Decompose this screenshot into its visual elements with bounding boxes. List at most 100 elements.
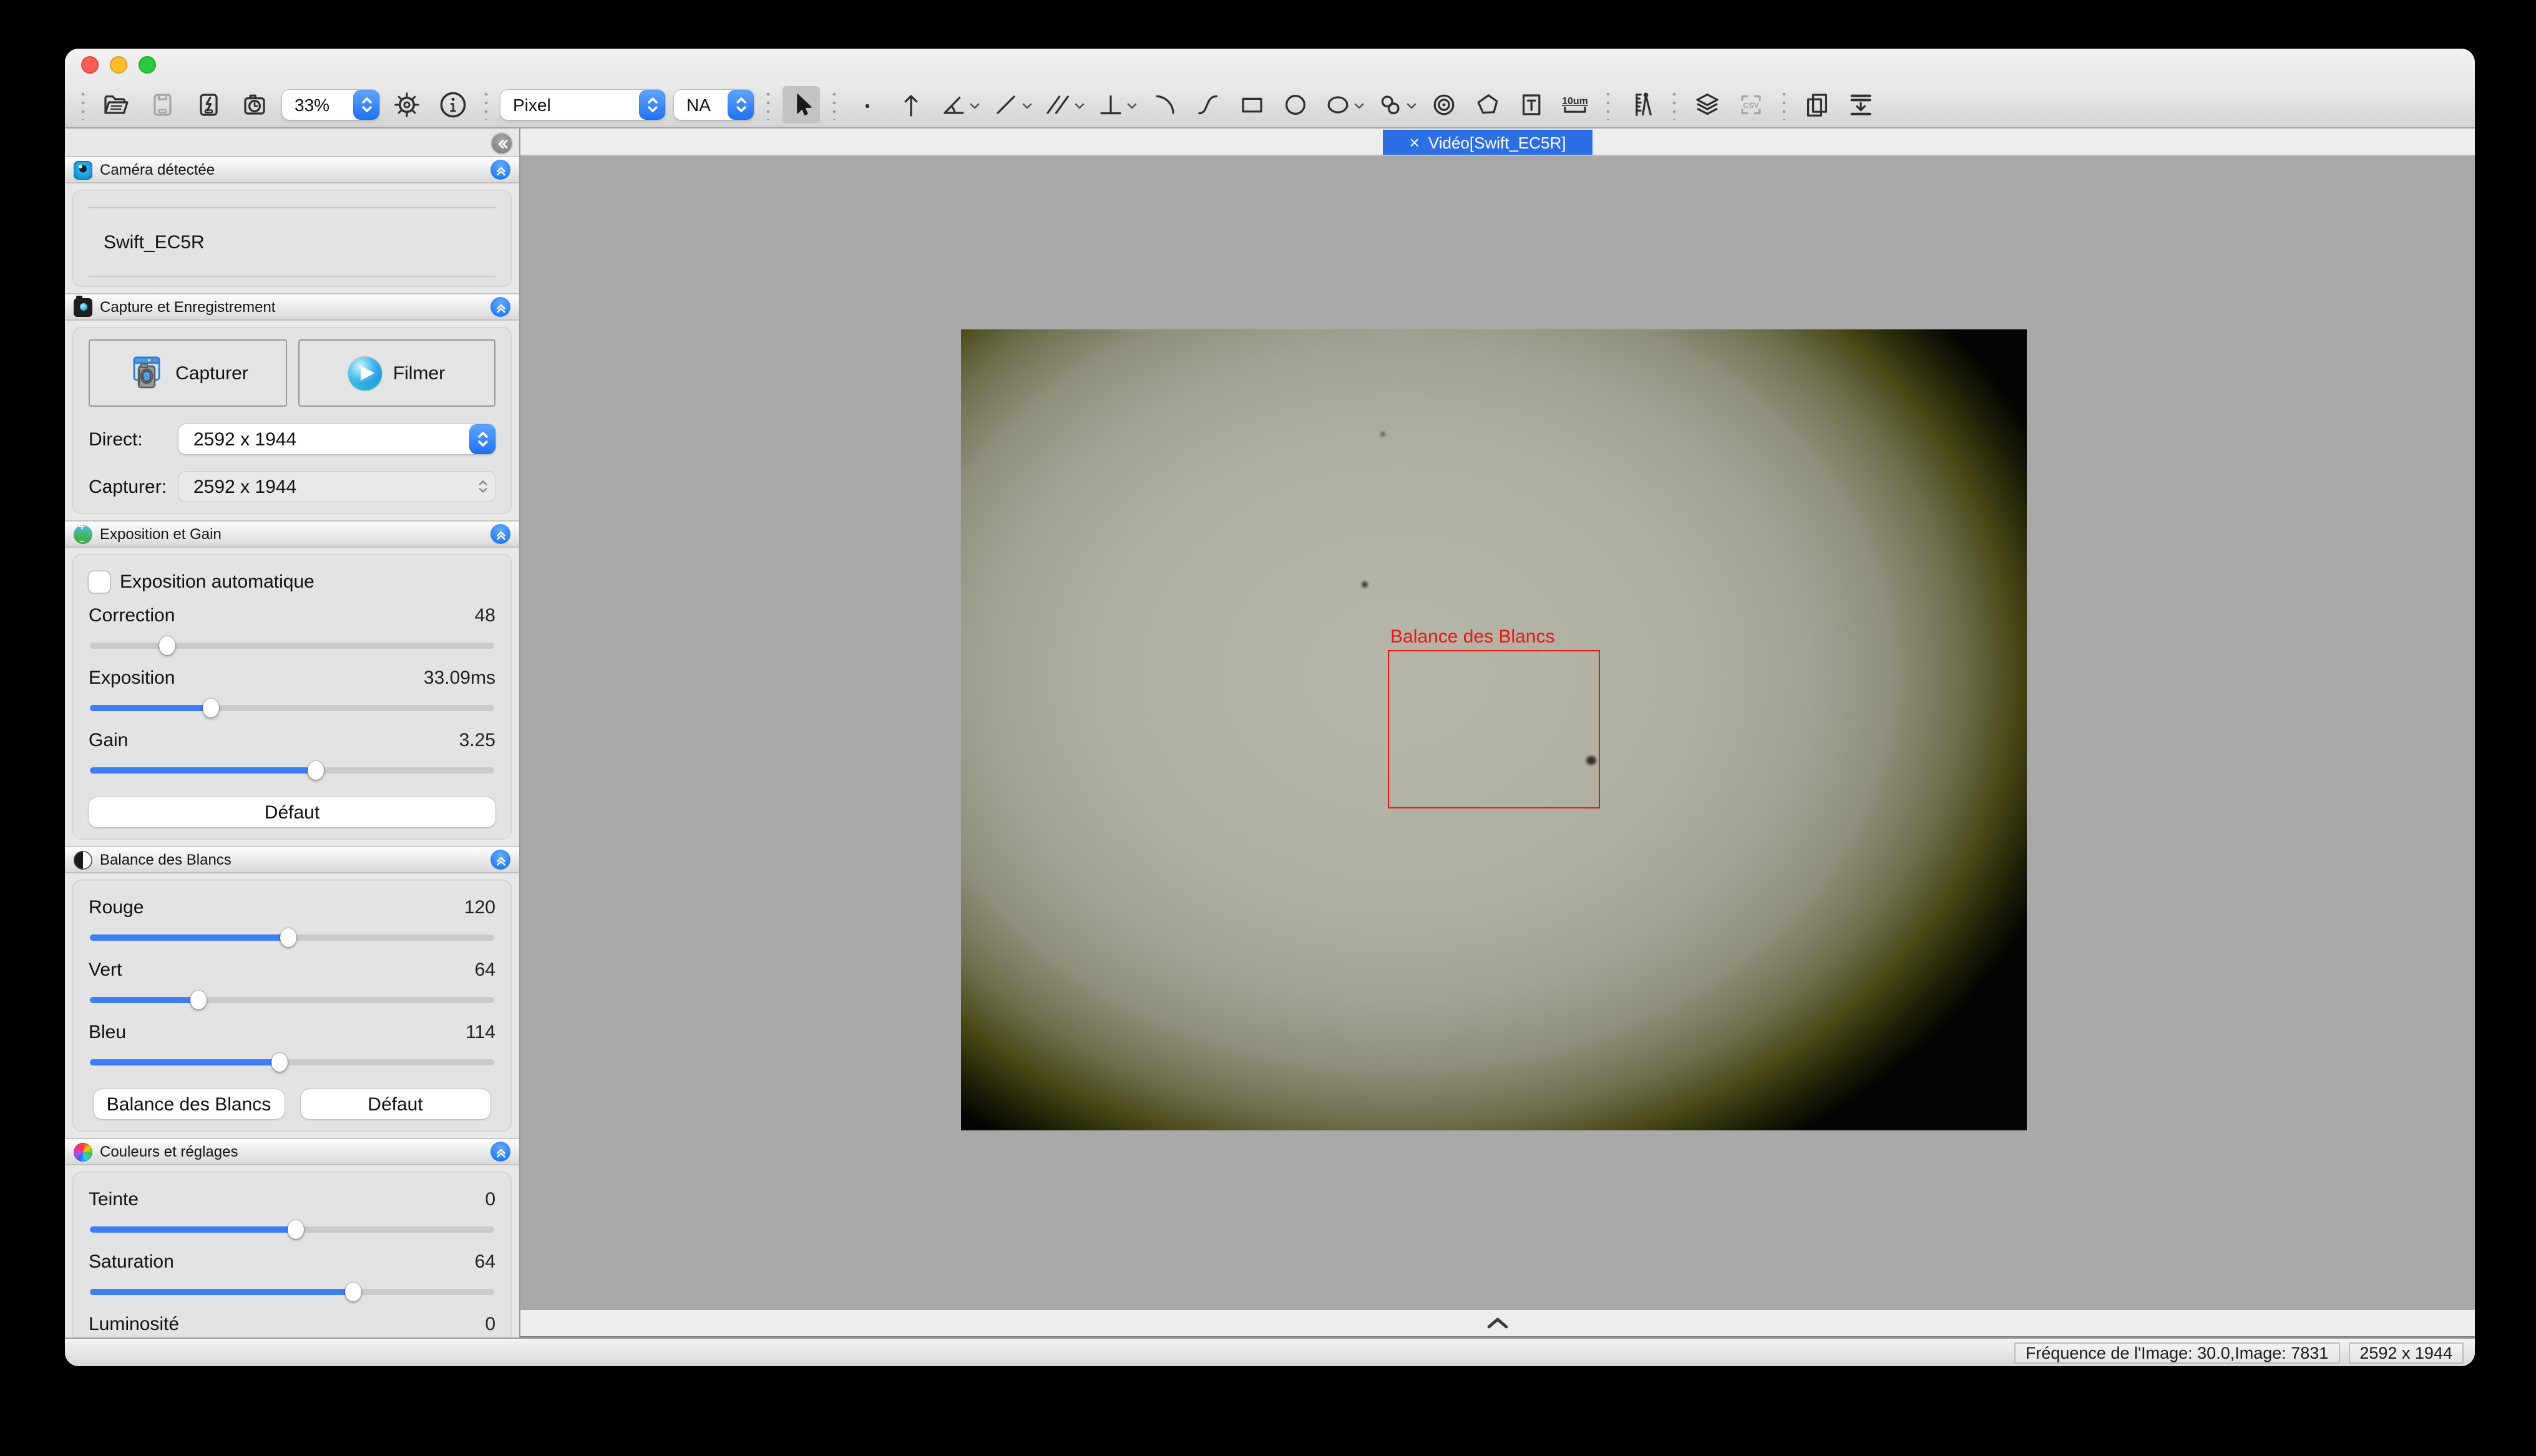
exposure-default-button[interactable]: Défaut <box>89 797 495 827</box>
text-tool[interactable] <box>1513 85 1550 123</box>
settings-button[interactable] <box>388 85 426 123</box>
brightness-value: 0 <box>485 1314 495 1335</box>
exposure-value: 33.09ms <box>424 667 495 689</box>
record-button[interactable]: Filmer <box>298 339 495 407</box>
arrow-tool[interactable] <box>892 85 930 123</box>
info-button[interactable] <box>434 85 472 123</box>
stepper-icon <box>469 424 495 454</box>
rectangle-tool[interactable] <box>1233 85 1270 123</box>
section-header-capture[interactable]: Capture et Enregistrement <box>65 293 519 321</box>
point-tool[interactable] <box>849 85 886 123</box>
chevron-down-icon <box>1354 93 1364 115</box>
resolution-indicator: 2592 x 1944 <box>2348 1342 2464 1363</box>
toolbar: 33% Pixel NA 10um CSV <box>65 81 2475 129</box>
capture-resolution-select[interactable]: 2592 x 1944 <box>178 472 495 502</box>
white-balance-roi[interactable]: Balance des Blancs <box>1388 650 1600 808</box>
blue-slider[interactable] <box>90 1052 494 1072</box>
expand-bottom-panel-button[interactable] <box>520 1310 2475 1337</box>
red-slider[interactable] <box>90 927 494 947</box>
camera-name: Swift_EC5R <box>104 231 205 253</box>
quick-save-icon[interactable] <box>190 85 227 123</box>
toolbar-separator <box>1782 89 1786 119</box>
saturation-slider[interactable] <box>90 1281 494 1301</box>
collapse-sidebar-button[interactable] <box>490 132 513 155</box>
section-title: Caméra détectée <box>100 161 483 178</box>
section-title: Exposition et Gain <box>100 525 483 543</box>
white-balance-default-button[interactable]: Défaut <box>300 1089 490 1119</box>
collapse-section-button[interactable] <box>490 160 510 180</box>
zoom-window-button[interactable] <box>139 56 156 74</box>
camera-list-item[interactable]: Swift_EC5R <box>89 207 495 277</box>
open-file-icon[interactable] <box>97 85 135 123</box>
sidebar-topstrip <box>65 129 519 156</box>
save-icon[interactable] <box>144 85 181 123</box>
color-wheel-icon <box>74 1142 92 1161</box>
svg-text:10um: 10um <box>1562 95 1588 106</box>
desktop: 33% Pixel NA 10um CSV <box>0 0 2536 1456</box>
green-value: 64 <box>475 959 495 981</box>
collapse-section-button[interactable] <box>490 297 510 317</box>
frame-stats: Fréquence de l'Image: 30.0,Image: 7831 <box>2014 1342 2340 1363</box>
white-balance-panel: Rouge 120 Vert 64 Bleu 114 <box>72 880 512 1132</box>
collapse-section-button[interactable] <box>490 1142 510 1162</box>
video-canvas: × Vidéo[Swift_EC5R] Balance des Blancs <box>520 129 2475 1337</box>
play-orb-icon <box>348 356 382 390</box>
collapse-section-button[interactable] <box>490 524 510 544</box>
chained-circles-tool[interactable] <box>1373 85 1419 123</box>
zoom-level-select[interactable]: 33% <box>282 89 379 119</box>
red-label: Rouge <box>89 897 144 918</box>
line-tool[interactable] <box>988 85 1035 123</box>
scale-bar-tool[interactable]: 10um <box>1556 85 1594 123</box>
video-tab[interactable]: × Vidéo[Swift_EC5R] <box>1383 130 1592 155</box>
angle-tool[interactable] <box>936 85 982 123</box>
close-window-button[interactable] <box>81 56 99 74</box>
live-resolution-value: 2592 x 1944 <box>178 429 495 450</box>
exposure-slider[interactable] <box>90 697 494 717</box>
concentric-circles-tool[interactable] <box>1425 85 1463 123</box>
close-tab-icon[interactable]: × <box>1409 133 1419 151</box>
curve-tool[interactable] <box>1189 85 1227 123</box>
polygon-tool[interactable] <box>1469 85 1506 123</box>
section-header-camera[interactable]: Caméra détectée <box>65 156 519 183</box>
timed-capture-icon[interactable] <box>236 85 273 123</box>
snapshot-icon <box>127 356 164 391</box>
capture-resolution-value: 2592 x 1944 <box>178 476 495 497</box>
section-header-exposure[interactable]: Exposition et Gain <box>65 520 519 548</box>
circle-tool[interactable] <box>1277 85 1314 123</box>
perpendicular-tool[interactable] <box>1093 85 1139 123</box>
measure-tool[interactable] <box>1622 85 1660 123</box>
white-balance-button[interactable]: Balance des Blancs <box>94 1089 284 1119</box>
zoom-level-value: 33% <box>282 94 353 114</box>
minimize-window-button[interactable] <box>110 56 127 74</box>
parallel-lines-tool[interactable] <box>1041 85 1087 123</box>
correction-slider[interactable] <box>90 635 494 655</box>
section-header-colors[interactable]: Couleurs et réglages <box>65 1138 519 1165</box>
toolbar-separator <box>1606 89 1610 119</box>
green-slider[interactable] <box>90 989 494 1009</box>
white-balance-icon <box>74 850 92 869</box>
na-select[interactable]: NA <box>674 89 754 119</box>
dust-speck <box>1362 581 1368 588</box>
layers-tool[interactable] <box>1689 85 1726 123</box>
control-sidebar: Caméra détectée Swift_EC5R Capture et En… <box>65 129 520 1337</box>
csv-export-tool[interactable]: CSV <box>1732 85 1770 123</box>
collapse-section-button[interactable] <box>490 850 510 870</box>
duplicate-tool[interactable] <box>1798 85 1836 123</box>
arc-tool[interactable] <box>1146 85 1183 123</box>
auto-exposure-checkbox[interactable] <box>89 571 110 593</box>
section-header-whitebalance[interactable]: Balance des Blancs <box>65 846 519 873</box>
ellipse-tool[interactable] <box>1320 85 1367 123</box>
saturation-label: Saturation <box>89 1251 174 1273</box>
capture-button[interactable]: Capturer <box>89 339 286 407</box>
export-tool[interactable] <box>1842 85 1880 123</box>
live-resolution-select[interactable]: 2592 x 1944 <box>178 424 495 454</box>
live-video-frame[interactable]: Balance des Blancs <box>961 329 2027 1130</box>
correction-label: Correction <box>89 605 175 626</box>
unit-select[interactable]: Pixel <box>500 89 665 119</box>
gain-slider[interactable] <box>90 760 494 780</box>
hue-slider[interactable] <box>90 1219 494 1239</box>
pointer-tool[interactable] <box>783 85 820 123</box>
stepper-icon <box>639 89 665 119</box>
tab-strip: × Vidéo[Swift_EC5R] <box>520 129 2475 156</box>
toolbar-separator <box>832 89 836 119</box>
